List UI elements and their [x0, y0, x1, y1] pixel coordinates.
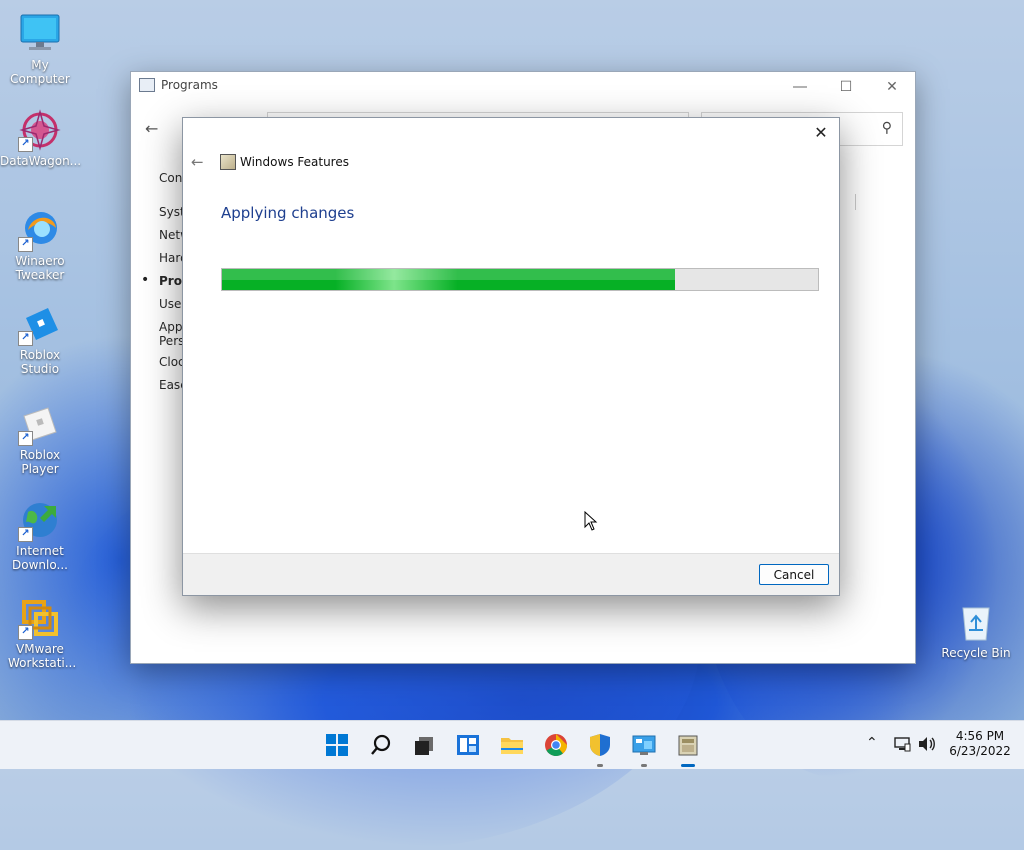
active-app-indicator — [681, 764, 695, 767]
control-panel-taskbar-icon[interactable] — [632, 733, 656, 757]
search-button[interactable] — [369, 733, 393, 757]
progress-bar — [221, 268, 819, 291]
recycle-bin-icon — [954, 600, 998, 644]
close-button[interactable]: ✕ — [869, 72, 915, 102]
search-icon: ⚲ — [881, 120, 892, 136]
link-separator — [855, 194, 856, 210]
desktop-icon-roblox-player[interactable]: ↗ Roblox Player — [0, 402, 80, 476]
clock-time: 4:56 PM — [955, 729, 1005, 743]
show-hidden-icons-chevron-icon[interactable]: ⌃ — [866, 735, 878, 751]
file-explorer-icon[interactable] — [500, 733, 524, 757]
active-item-bullet: • — [141, 272, 150, 288]
dialog-title: Windows Features — [240, 155, 349, 169]
winaero-icon: ↗ — [18, 208, 62, 252]
desktop-icon-label: Recycle Bin — [941, 646, 1011, 660]
control-panel-icon — [139, 78, 155, 92]
dialog-back-arrow-icon[interactable]: ← — [191, 153, 204, 171]
back-arrow-icon[interactable]: ← — [145, 119, 158, 138]
progress-bar-fill — [222, 269, 675, 290]
desktop-icon-roblox-studio[interactable]: ↗ Roblox Studio — [0, 302, 80, 376]
desktop-icon-vmware-workstation[interactable]: ↗ VMware Workstati... — [0, 596, 80, 670]
shortcut-arrow-icon: ↗ — [18, 331, 33, 346]
datawagon-icon: ↗ — [18, 108, 62, 152]
shortcut-arrow-icon: ↗ — [18, 527, 33, 542]
desktop-icon-label: DataWagon... — [0, 154, 82, 168]
desktop-icon-label: VMware Workstati... — [8, 642, 77, 670]
idm-globe-icon: ↗ — [18, 498, 62, 542]
start-button[interactable] — [325, 733, 349, 757]
widgets-button[interactable] — [456, 733, 480, 757]
programs-window-title: Programs — [139, 78, 218, 92]
clock-date: 6/23/2022 — [949, 744, 1011, 758]
network-icon[interactable] — [893, 735, 911, 756]
dialog-heading: Applying changes — [221, 204, 355, 222]
windows-features-taskbar-icon[interactable] — [676, 733, 700, 757]
minimize-button[interactable]: ― — [777, 72, 823, 102]
dialog-close-button[interactable]: ✕ — [809, 122, 833, 144]
task-view-button[interactable] — [412, 733, 436, 757]
system-clock[interactable]: 4:56 PM 6/23/2022 — [944, 729, 1016, 759]
shortcut-arrow-icon: ↗ — [18, 237, 33, 252]
windows-features-icon — [220, 154, 236, 170]
roblox-player-icon: ↗ — [18, 402, 62, 446]
desktop-icon-datawagon[interactable]: ↗ DataWagon... — [0, 108, 82, 168]
shortcut-arrow-icon: ↗ — [18, 625, 33, 640]
desktop-icon-label: My Computer — [10, 58, 70, 86]
desktop-icon-winaero-tweaker[interactable]: ↗ Winaero Tweaker — [0, 208, 80, 282]
window-title-text: Programs — [161, 78, 218, 92]
volume-icon[interactable] — [917, 735, 937, 756]
taskbar: ⌃ 4:56 PM 6/23/2022 — [0, 720, 1024, 769]
windows-security-icon[interactable] — [588, 733, 612, 757]
desktop-icon-internet-download-manager[interactable]: ↗ Internet Downlo... — [0, 498, 80, 572]
desktop-icon-label: Roblox Player — [19, 448, 61, 476]
roblox-studio-icon: ↗ — [18, 302, 62, 346]
cancel-button[interactable]: Cancel — [759, 564, 829, 585]
running-indicator — [597, 764, 603, 767]
windows-features-dialog[interactable]: ✕ ← Windows Features Applying changes Ca… — [182, 117, 840, 596]
chrome-icon[interactable] — [544, 733, 568, 757]
shortcut-arrow-icon: ↗ — [18, 431, 33, 446]
vmware-icon: ↗ — [18, 596, 62, 640]
maximize-button[interactable]: ☐ — [823, 72, 869, 102]
shortcut-arrow-icon: ↗ — [18, 137, 33, 152]
desktop-icon-recycle-bin[interactable]: Recycle Bin — [938, 600, 1014, 660]
desktop-icon-label: Roblox Studio — [19, 348, 61, 376]
monitor-icon — [18, 12, 62, 56]
desktop-icon-my-computer[interactable]: My Computer — [0, 12, 80, 86]
desktop-icon-label: Winaero Tweaker — [15, 254, 65, 282]
running-indicator — [641, 764, 647, 767]
desktop-icon-label: Internet Downlo... — [12, 544, 68, 572]
dialog-footer: Cancel — [183, 553, 839, 595]
